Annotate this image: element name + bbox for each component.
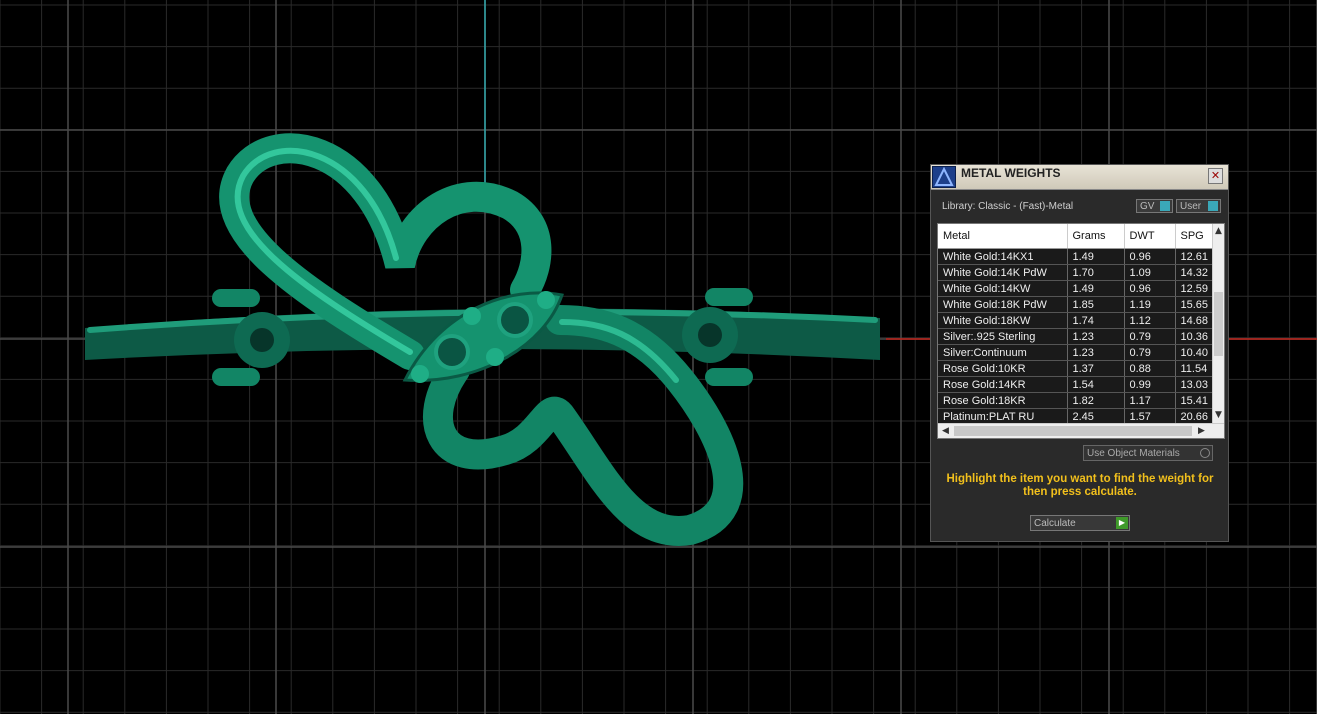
table-cell: 1.49 <box>1067 248 1125 265</box>
table-cell: 12.61 <box>1175 248 1213 265</box>
column-header-dwt[interactable]: DWT <box>1124 224 1176 249</box>
column-header-metal[interactable]: Metal <box>938 224 1068 249</box>
table-cell: 15.41 <box>1175 392 1213 409</box>
table-cell: 1.49 <box>1067 280 1125 297</box>
table-row[interactable]: White Gold:18KW 1.74 1.12 14.68 <box>938 312 1213 329</box>
radio-icon[interactable] <box>1200 448 1210 458</box>
table-cell: 14.32 <box>1175 264 1213 281</box>
table-cell: White Gold:18KW <box>938 312 1068 329</box>
table-row[interactable]: Rose Gold:18KR 1.82 1.17 15.41 <box>938 392 1213 409</box>
table-cell: White Gold:14KW <box>938 280 1068 297</box>
panel-title: METAL WEIGHTS <box>961 166 1061 180</box>
play-icon: ▶ <box>1116 517 1128 529</box>
table-row[interactable]: Silver:Continuum 1.23 0.79 10.40 <box>938 344 1213 361</box>
scroll-left-icon[interactable]: ◀ <box>940 426 951 436</box>
table-cell: Rose Gold:18KR <box>938 392 1068 409</box>
scroll-down-icon[interactable]: ▼ <box>1213 410 1224 420</box>
calculate-label: Calculate <box>1034 518 1076 529</box>
user-toggle-knob <box>1208 201 1218 211</box>
use-object-materials-label: Use Object Materials <box>1087 448 1180 459</box>
table-cell: 1.19 <box>1124 296 1176 313</box>
table-row[interactable]: Silver:.925 Sterling 1.23 0.79 10.36 <box>938 328 1213 345</box>
table-cell: 12.59 <box>1175 280 1213 297</box>
metal-table: Metal Grams DWT SPG White Gold:14KX1 1.49… <box>938 224 1213 425</box>
horizontal-scrollbar[interactable]: ◀ ▶ <box>938 423 1224 438</box>
table-cell: Rose Gold:10KR <box>938 360 1068 377</box>
table-cell: Silver:Continuum <box>938 344 1068 361</box>
table-cell: 0.96 <box>1124 248 1176 265</box>
table-cell: 1.37 <box>1067 360 1125 377</box>
metal-table-container[interactable]: Metal Grams DWT SPG White Gold:14KX1 1.49… <box>937 223 1225 439</box>
column-header-grams[interactable]: Grams <box>1067 224 1125 249</box>
metal-weights-panel: METAL WEIGHTS ✕ Library: Classic - (Fast… <box>930 164 1229 542</box>
table-row[interactable]: Rose Gold:10KR 1.37 0.88 11.54 <box>938 360 1213 377</box>
table-cell: 14.68 <box>1175 312 1213 329</box>
use-object-materials-toggle[interactable]: Use Object Materials <box>1083 445 1213 461</box>
scroll-up-icon[interactable]: ▲ <box>1213 226 1224 236</box>
table-cell: Silver:.925 Sterling <box>938 328 1068 345</box>
table-cell: White Gold:18K PdW <box>938 296 1068 313</box>
table-cell: 1.23 <box>1067 344 1125 361</box>
table-cell: 1.12 <box>1124 312 1176 329</box>
panel-titlebar[interactable]: METAL WEIGHTS ✕ <box>931 165 1228 190</box>
horizontal-scroll-thumb[interactable] <box>954 426 1192 436</box>
table-cell: 10.36 <box>1175 328 1213 345</box>
table-cell: 15.65 <box>1175 296 1213 313</box>
table-header-row: Metal Grams DWT SPG <box>938 224 1213 249</box>
gv-toggle-knob <box>1160 201 1170 211</box>
table-cell: 11.54 <box>1175 360 1213 377</box>
gv-toggle-label: GV <box>1140 201 1155 212</box>
table-cell: 1.17 <box>1124 392 1176 409</box>
table-cell: 0.79 <box>1124 344 1176 361</box>
table-cell: 1.09 <box>1124 264 1176 281</box>
table-row[interactable]: Rose Gold:14KR 1.54 0.99 13.03 <box>938 376 1213 393</box>
ring-model[interactable] <box>85 133 880 546</box>
close-icon[interactable]: ✕ <box>1208 168 1223 184</box>
table-cell: 0.96 <box>1124 280 1176 297</box>
instruction-text: Highlight the item you want to find the … <box>946 473 1214 498</box>
table-cell: 1.82 <box>1067 392 1125 409</box>
column-header-spg[interactable]: SPG <box>1175 224 1213 249</box>
table-cell: 1.74 <box>1067 312 1125 329</box>
table-cell: 0.88 <box>1124 360 1176 377</box>
scroll-right-icon[interactable]: ▶ <box>1196 426 1207 436</box>
table-cell: 10.40 <box>1175 344 1213 361</box>
library-label: Library: Classic - (Fast)-Metal <box>942 201 1074 212</box>
calculate-button[interactable]: Calculate ▶ <box>1030 515 1130 531</box>
vertical-scrollbar[interactable]: ▲ ▼ <box>1212 224 1224 424</box>
user-toggle[interactable]: User <box>1176 199 1221 213</box>
app-logo-icon <box>932 166 956 188</box>
table-row[interactable]: White Gold:14K PdW 1.70 1.09 14.32 <box>938 264 1213 281</box>
table-cell: 13.03 <box>1175 376 1213 393</box>
table-cell: White Gold:14K PdW <box>938 264 1068 281</box>
table-cell: 0.79 <box>1124 328 1176 345</box>
gv-toggle[interactable]: GV <box>1136 199 1173 213</box>
table-row[interactable]: White Gold:14KW 1.49 0.96 12.59 <box>938 280 1213 297</box>
table-cell: White Gold:14KX1 <box>938 248 1068 265</box>
table-cell: 1.70 <box>1067 264 1125 281</box>
table-cell: 0.99 <box>1124 376 1176 393</box>
user-toggle-label: User <box>1180 201 1202 212</box>
table-cell: Rose Gold:14KR <box>938 376 1068 393</box>
table-cell: 1.85 <box>1067 296 1125 313</box>
table-cell: 1.54 <box>1067 376 1125 393</box>
table-row[interactable]: White Gold:14KX1 1.49 0.96 12.61 <box>938 248 1213 265</box>
vertical-scroll-thumb[interactable] <box>1214 292 1223 356</box>
table-row[interactable]: White Gold:18K PdW 1.85 1.19 15.65 <box>938 296 1213 313</box>
table-cell: 1.23 <box>1067 328 1125 345</box>
